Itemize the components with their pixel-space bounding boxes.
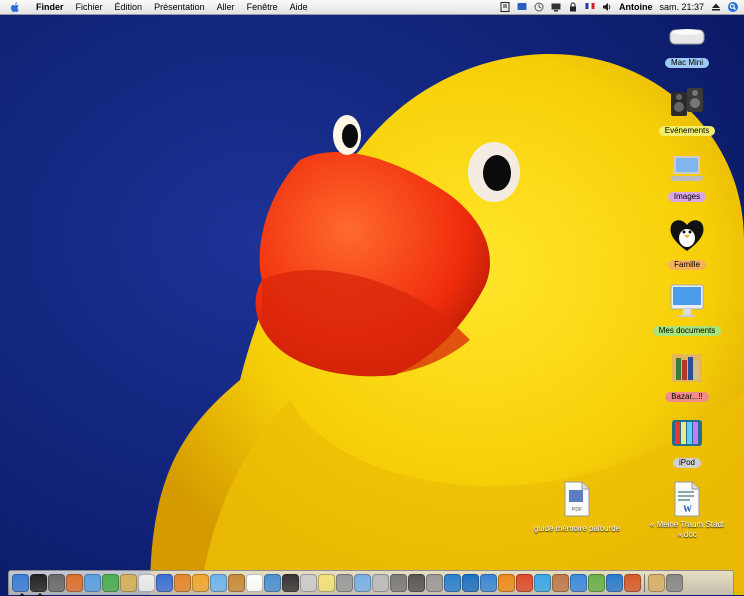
dock-item-iweb[interactable] xyxy=(570,574,587,592)
books-icon xyxy=(672,354,702,382)
dock-item-textedit[interactable] xyxy=(138,574,155,592)
dock-item-pictures[interactable] xyxy=(552,574,569,592)
menu-aller[interactable]: Aller xyxy=(211,0,241,14)
desktop-icon-label: Mac Mini xyxy=(664,58,709,68)
dock-item-word[interactable] xyxy=(156,574,173,592)
desktop-icon-mac-mini[interactable]: Mac Mini xyxy=(642,22,732,70)
dock-item-printer[interactable] xyxy=(408,574,425,592)
dock-item-stickies[interactable] xyxy=(318,574,335,592)
desktop-icon-label: Images xyxy=(667,192,707,202)
penguin-heart-icon xyxy=(670,220,704,251)
dock-item-graphic[interactable] xyxy=(588,574,605,592)
desktop-icon-label: guide mémoire palourde xyxy=(533,524,621,533)
desktop-icon-label: Evénements xyxy=(658,126,716,136)
lock-icon[interactable] xyxy=(568,2,578,12)
ipod-icon xyxy=(672,420,702,446)
desktop-wallpaper xyxy=(0,0,744,595)
display-icon[interactable] xyxy=(517,2,527,12)
spotlight-icon[interactable] xyxy=(728,2,738,12)
menu-clock[interactable]: sam. 21:37 xyxy=(659,2,704,12)
menu-fichier[interactable]: Fichier xyxy=(70,0,109,14)
dock-item-pages[interactable] xyxy=(192,574,209,592)
timemachine-icon[interactable] xyxy=(534,2,544,12)
speakers-icon xyxy=(671,88,703,116)
desktop-icon-label: Mes documents xyxy=(652,326,722,336)
word-doc-icon: W xyxy=(674,481,700,517)
dock-item-finder[interactable] xyxy=(12,574,29,596)
desktop-icon-label: Bazar...!! xyxy=(665,392,709,402)
dock-item-transmit[interactable] xyxy=(516,574,533,592)
dock-item-safari[interactable] xyxy=(84,574,101,592)
dock-item-script[interactable] xyxy=(606,574,623,592)
dock-item-preview[interactable] xyxy=(300,574,317,592)
menu-presentation[interactable]: Présentation xyxy=(148,0,211,14)
dock-item-mail-stamp[interactable] xyxy=(372,574,389,592)
imac-icon xyxy=(670,284,704,317)
flag-icon[interactable] xyxy=(585,2,595,12)
dock-item-network[interactable] xyxy=(264,574,281,592)
desktop-icon-famille[interactable]: Famille xyxy=(642,216,732,272)
desktop-icon-label: iPod xyxy=(672,458,701,468)
dock-item-powerpoint[interactable] xyxy=(174,574,191,592)
dock-item-flashcards[interactable] xyxy=(624,574,641,592)
dock-item-itunes-screen[interactable] xyxy=(48,574,65,592)
dock-item-photo-booth[interactable] xyxy=(282,574,299,592)
laptop-icon xyxy=(670,156,704,181)
dock-item-calculator[interactable] xyxy=(336,574,353,592)
dock-item-keynote[interactable] xyxy=(480,574,497,592)
eject-icon[interactable] xyxy=(711,2,721,12)
svg-text:W: W xyxy=(683,504,692,514)
menu-fenetre[interactable]: Fenêtre xyxy=(241,0,284,14)
pdf-file-icon: PDF xyxy=(564,481,590,517)
mac-mini-icon xyxy=(669,29,705,45)
script-icon[interactable] xyxy=(500,2,510,12)
dock-item-skype[interactable] xyxy=(534,574,551,592)
dock-item-safari-2[interactable] xyxy=(462,574,479,592)
dock-item-adium[interactable] xyxy=(102,574,119,592)
monitor-icon[interactable] xyxy=(551,2,561,12)
dock-item-dashboard[interactable] xyxy=(30,574,47,596)
dock-item-itunes[interactable] xyxy=(210,574,227,592)
dock-item-home-folder[interactable] xyxy=(648,574,665,592)
desktop-icon-label: « Meine Traum Stadt ».doc xyxy=(649,520,725,539)
desktop-icon-label: Famille xyxy=(668,260,706,270)
dock-item-ical[interactable] xyxy=(246,574,263,592)
dock-item-notes[interactable] xyxy=(120,574,137,592)
menu-extras: Antoine sam. 21:37 xyxy=(500,0,738,14)
dock-item-ichat[interactable] xyxy=(354,574,371,592)
dock-item-address-book[interactable] xyxy=(426,574,443,592)
dock-separator xyxy=(644,574,645,592)
user-name[interactable]: Antoine xyxy=(619,2,653,12)
volume-icon[interactable] xyxy=(602,2,612,12)
dock-item-garageband[interactable] xyxy=(228,574,245,592)
desktop-icon-guide-memoire[interactable]: PDF guide mémoire palourde xyxy=(532,480,622,536)
svg-text:PDF: PDF xyxy=(572,507,582,513)
dock-item-system-prefs[interactable] xyxy=(390,574,407,592)
dock-item-trash[interactable] xyxy=(666,574,683,592)
desktop-icon-images[interactable]: Images xyxy=(642,152,732,204)
menu-finder[interactable]: Finder xyxy=(30,0,70,14)
menu-bar: Finder Fichier Édition Présentation Alle… xyxy=(0,0,744,15)
menu-aide[interactable]: Aide xyxy=(284,0,314,14)
dock-item-sync[interactable] xyxy=(444,574,461,592)
dock-item-vlc[interactable] xyxy=(498,574,515,592)
desktop-icon-mes-documents[interactable]: Mes documents xyxy=(642,282,732,338)
dock-item-firefox[interactable] xyxy=(66,574,83,592)
desktop-icon-meine-traum-stadt[interactable]: W « Meine Traum Stadt ».doc xyxy=(642,480,732,542)
dock xyxy=(8,570,734,596)
desktop-icon-evenements[interactable]: Evénements xyxy=(642,84,732,138)
menu-edition[interactable]: Édition xyxy=(109,0,149,14)
desktop-icon-ipod[interactable]: iPod xyxy=(642,414,732,470)
desktop-icon-bazar[interactable]: Bazar...!! xyxy=(642,348,732,404)
apple-icon[interactable] xyxy=(10,2,20,13)
